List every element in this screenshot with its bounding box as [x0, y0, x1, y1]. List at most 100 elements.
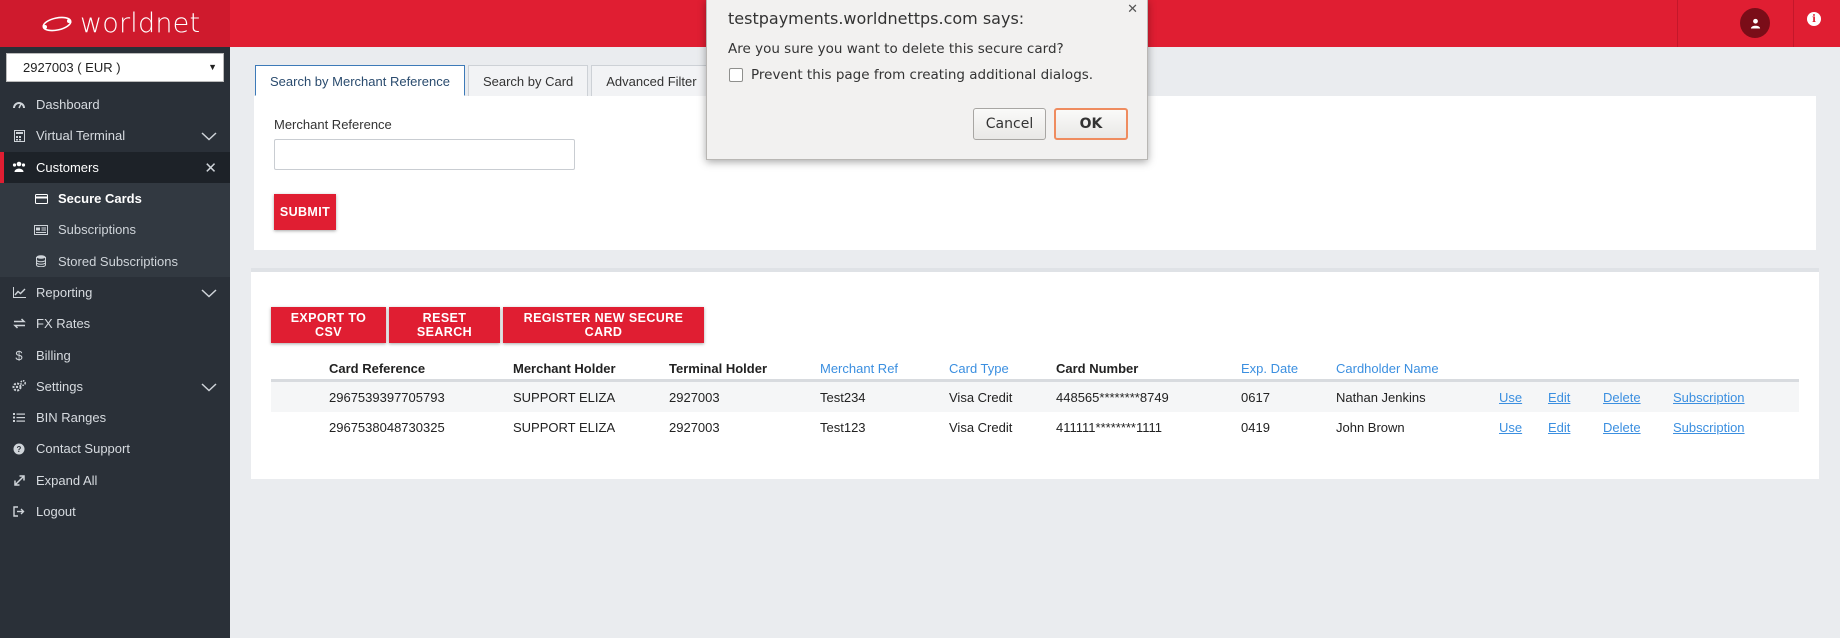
cell-card-reference: 2967539397705793	[329, 389, 445, 405]
col-terminal-holder: Terminal Holder	[669, 361, 768, 376]
sidebar-item-fx-rates[interactable]: FX Rates	[0, 308, 230, 339]
chevron-down-icon	[201, 286, 217, 301]
tab-advanced-filter[interactable]: Advanced Filter	[591, 65, 712, 96]
delete-link[interactable]: Delete	[1603, 390, 1641, 405]
sidebar-item-customers[interactable]: Customers ✕	[0, 151, 230, 183]
export-csv-button[interactable]: EXPORT TO CSV	[271, 307, 386, 343]
sidebar-item-bin-ranges[interactable]: BIN Ranges	[0, 402, 230, 433]
close-icon[interactable]: ✕	[1127, 1, 1138, 17]
worldnet-logo-icon	[42, 16, 72, 31]
expand-icon	[12, 473, 26, 487]
col-card-reference: Card Reference	[329, 361, 426, 376]
sidebar-nav: Dashboard Virtual Terminal Customers ✕ S…	[0, 89, 230, 527]
list-icon	[12, 411, 26, 425]
table-row: 2967539397705793 SUPPORT ELIZA 2927003 T…	[271, 382, 1799, 412]
confirm-dialog: testpayments.worldnettps.com says: ✕ Are…	[706, 0, 1148, 160]
tab-search-by-merchant-reference[interactable]: Search by Merchant Reference	[255, 65, 465, 96]
edit-link[interactable]: Edit	[1548, 420, 1570, 435]
prevent-dialogs-checkbox[interactable]: Prevent this page from creating addition…	[729, 67, 1093, 83]
register-new-secure-card-button[interactable]: REGISTER NEW SECURE CARD	[503, 307, 704, 343]
merchant-select-value: 2927003 ( EUR )	[23, 60, 121, 75]
cell-merchant-holder: SUPPORT ELIZA	[513, 419, 616, 435]
delete-link[interactable]: Delete	[1603, 420, 1641, 435]
cell-card-number: 411111********1111	[1056, 419, 1163, 435]
close-icon[interactable]: ✕	[204, 159, 217, 177]
secure-cards-table: Card Reference Merchant Holder Terminal …	[271, 358, 1799, 442]
sidebar-item-settings[interactable]: Settings	[0, 371, 230, 402]
exchange-icon	[12, 317, 26, 331]
dashboard-icon	[12, 98, 26, 112]
use-link[interactable]: Use	[1499, 420, 1522, 435]
subscription-link[interactable]: Subscription	[1673, 390, 1745, 405]
results-toolbar: EXPORT TO CSV RESET SEARCH REGISTER NEW …	[271, 307, 707, 343]
sidebar-item-label: Billing	[36, 347, 71, 363]
sidebar-subitem-stored-subscriptions[interactable]: Stored Subscriptions	[0, 245, 230, 277]
chevron-down-icon	[201, 129, 217, 144]
dialog-message: Are you sure you want to delete this sec…	[728, 41, 1064, 57]
cell-card-type: Visa Credit	[949, 419, 1013, 435]
credit-card-icon	[34, 193, 48, 204]
col-card-type[interactable]: Card Type	[949, 358, 1056, 379]
sidebar-item-label: Reporting	[36, 284, 93, 300]
results-panel: EXPORT TO CSV RESET SEARCH REGISTER NEW …	[251, 268, 1819, 479]
sidebar-item-contact-support[interactable]: ? Contact Support	[0, 433, 230, 464]
sidebar: 2927003 ( EUR ) ▼ Dashboard Virtual Term…	[0, 47, 230, 638]
col-cardholder-name[interactable]: Cardholder Name	[1336, 358, 1499, 379]
merchant-select[interactable]: 2927003 ( EUR ) ▼	[6, 53, 224, 82]
database-icon	[34, 255, 48, 268]
ok-button[interactable]: OK	[1054, 108, 1128, 140]
sidebar-item-label: Dashboard	[36, 97, 100, 113]
sidebar-item-label: FX Rates	[36, 316, 91, 332]
cell-card-type: Visa Credit	[949, 389, 1013, 405]
question-icon: ?	[12, 442, 26, 456]
cell-cardholder-name: Nathan Jenkins	[1336, 389, 1426, 405]
merchant-reference-input[interactable]	[274, 139, 575, 170]
cell-card-number: 448565********8749	[1056, 389, 1169, 405]
sidebar-item-label: Expand All	[36, 472, 98, 488]
col-exp-date[interactable]: Exp. Date	[1241, 358, 1336, 379]
cell-exp-date: 0617	[1241, 389, 1270, 405]
logo[interactable]: worldnet	[0, 0, 230, 47]
checkbox-box[interactable]	[729, 68, 743, 82]
table-row: 2967538048730325 SUPPORT ELIZA 2927003 T…	[271, 412, 1799, 442]
cell-terminal-holder: 2927003	[669, 419, 720, 435]
col-merchant-holder: Merchant Holder	[513, 361, 616, 376]
cell-terminal-holder: 2927003	[669, 389, 720, 405]
info-icon[interactable]: i	[1807, 12, 1821, 26]
chevron-down-icon	[201, 380, 217, 395]
svg-text:?: ?	[17, 445, 22, 454]
sidebar-subitem-secure-cards[interactable]: Secure Cards	[0, 182, 230, 215]
user-icon	[1750, 18, 1760, 29]
topbar-divider	[1793, 0, 1794, 47]
sidebar-item-expand-all[interactable]: Expand All	[0, 465, 230, 496]
user-menu-button[interactable]	[1740, 8, 1770, 38]
sidebar-item-logout[interactable]: Logout	[0, 496, 230, 527]
sidebar-item-reporting[interactable]: Reporting	[0, 277, 230, 308]
cancel-button[interactable]: Cancel	[973, 108, 1046, 140]
subscription-link[interactable]: Subscription	[1673, 420, 1745, 435]
chart-icon	[12, 285, 26, 299]
cell-merchant-ref: Test123	[820, 419, 866, 435]
calculator-icon	[12, 129, 26, 143]
table-header: Card Reference Merchant Holder Terminal …	[271, 358, 1799, 382]
sidebar-item-label: Settings	[36, 378, 83, 394]
tab-search-by-card[interactable]: Search by Card	[467, 65, 589, 96]
use-link[interactable]: Use	[1499, 390, 1522, 405]
submit-button[interactable]: SUBMIT	[274, 194, 336, 230]
merchant-reference-label: Merchant Reference	[274, 117, 392, 132]
sidebar-item-virtual-terminal[interactable]: Virtual Terminal	[0, 120, 230, 151]
edit-link[interactable]: Edit	[1548, 390, 1570, 405]
cell-exp-date: 0419	[1241, 419, 1270, 435]
checkbox-label: Prevent this page from creating addition…	[751, 67, 1094, 83]
cell-card-reference: 2967538048730325	[329, 419, 445, 435]
col-merchant-ref[interactable]: Merchant Ref	[820, 358, 949, 379]
reset-search-button[interactable]: RESET SEARCH	[389, 307, 500, 343]
sidebar-subitem-subscriptions[interactable]: Subscriptions	[0, 214, 230, 246]
logout-icon	[12, 505, 26, 519]
cell-cardholder-name: John Brown	[1336, 419, 1405, 435]
sidebar-item-label: Logout	[36, 504, 76, 519]
sidebar-item-billing[interactable]: $ Billing	[0, 339, 230, 370]
search-tabs: Search by Merchant Reference Search by C…	[255, 65, 715, 96]
sidebar-subitem-label: Subscriptions	[58, 222, 137, 238]
sidebar-item-dashboard[interactable]: Dashboard	[0, 89, 230, 120]
